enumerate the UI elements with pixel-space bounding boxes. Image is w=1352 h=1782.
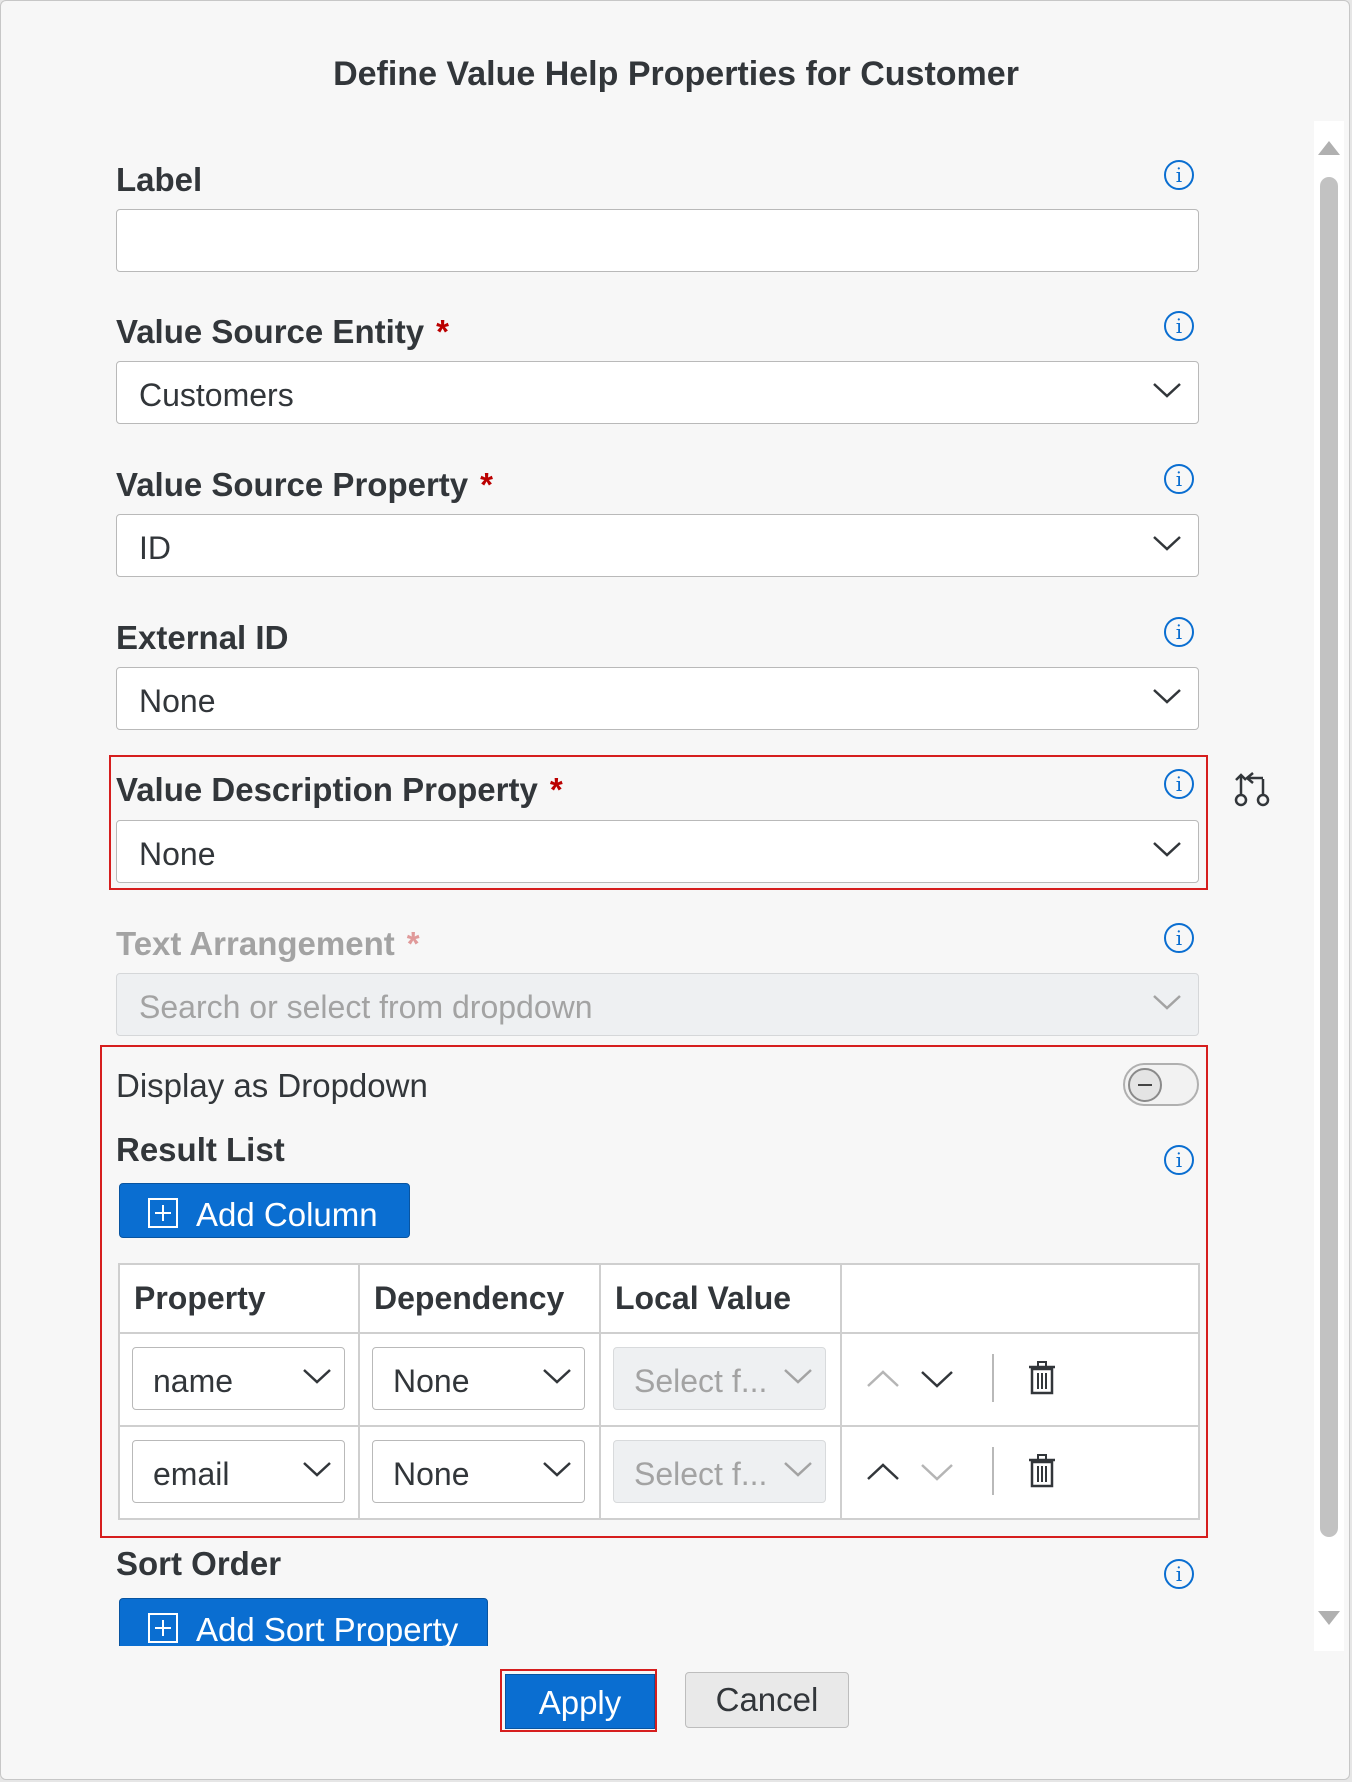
arrow-up-icon[interactable] <box>866 1369 900 1389</box>
table-row: email None Select f... <box>118 1425 1200 1520</box>
column-header-property: Property <box>118 1263 360 1334</box>
column-header-local-value: Local Value <box>599 1263 842 1334</box>
chevron-down-icon <box>543 1369 571 1384</box>
apply-button[interactable]: Apply <box>505 1674 655 1729</box>
dependency-select[interactable]: None <box>372 1440 585 1503</box>
display-as-dropdown-toggle[interactable] <box>1123 1063 1199 1106</box>
add-icon <box>148 1613 178 1643</box>
info-icon[interactable]: i <box>1164 311 1194 341</box>
trash-icon[interactable] <box>1028 1454 1056 1488</box>
chevron-down-icon <box>1153 536 1181 551</box>
property-select[interactable]: email <box>132 1440 345 1503</box>
local-value-select: Select f... <box>613 1440 826 1503</box>
chevron-down-icon <box>1153 383 1181 398</box>
scrollbar-thumb[interactable] <box>1320 177 1338 1537</box>
trash-icon[interactable] <box>1028 1361 1056 1395</box>
value-description-property-select[interactable]: None <box>116 820 1199 883</box>
property-select[interactable]: name <box>132 1347 345 1410</box>
info-icon[interactable]: i <box>1164 923 1194 953</box>
info-icon[interactable]: i <box>1164 464 1194 494</box>
info-icon[interactable]: i <box>1164 617 1194 647</box>
external-id-select[interactable]: None <box>116 667 1199 730</box>
label-field-label: Label <box>116 161 203 198</box>
scrollbar[interactable] <box>1314 121 1344 1651</box>
info-icon[interactable]: i <box>1164 1559 1194 1589</box>
column-header-actions <box>840 1263 1200 1334</box>
column-header-dependency: Dependency <box>358 1263 601 1334</box>
result-list-label: Result List <box>116 1131 285 1168</box>
info-icon[interactable]: i <box>1164 160 1194 190</box>
dialog-title: Define Value Help Properties for Custome… <box>333 55 1019 93</box>
divider <box>992 1447 994 1495</box>
chevron-down-icon <box>1153 842 1181 857</box>
info-icon[interactable]: i <box>1164 1145 1194 1175</box>
value-source-property-select[interactable]: ID <box>116 514 1199 577</box>
value-help-dialog: Define Value Help Properties for Custome… <box>0 0 1350 1780</box>
external-id-label: External ID <box>116 619 289 656</box>
chevron-down-icon <box>1153 689 1181 704</box>
compare-icon[interactable] <box>1233 771 1273 807</box>
arrow-up-icon[interactable] <box>866 1462 900 1482</box>
label-input[interactable] <box>116 209 1199 272</box>
text-arrangement-select: Search or select from dropdown <box>116 973 1199 1036</box>
chevron-down-icon <box>543 1462 571 1477</box>
scroll-fade <box>111 1646 1311 1660</box>
add-column-button[interactable]: Add Column <box>119 1183 410 1238</box>
value-source-property-label: Value Source Property * <box>116 466 493 503</box>
text-arrangement-label: Text Arrangement * <box>116 925 420 962</box>
table-row: name None Select f... <box>118 1332 1200 1427</box>
arrow-down-icon[interactable] <box>920 1369 954 1389</box>
sort-order-label: Sort Order <box>116 1545 282 1582</box>
chevron-down-icon <box>784 1369 812 1384</box>
chevron-down-icon <box>784 1462 812 1477</box>
scroll-down-arrow-icon[interactable] <box>1318 1611 1340 1625</box>
result-list-table: Property Dependency Local Value name Non… <box>118 1263 1200 1520</box>
arrow-down-icon[interactable] <box>920 1462 954 1482</box>
divider <box>992 1354 994 1402</box>
add-icon <box>148 1198 178 1228</box>
value-source-entity-select[interactable]: Customers <box>116 361 1199 424</box>
toggle-knob <box>1128 1068 1162 1102</box>
value-source-entity-label: Value Source Entity * <box>116 313 449 350</box>
info-icon[interactable]: i <box>1164 769 1194 799</box>
cancel-button[interactable]: Cancel <box>685 1672 849 1728</box>
chevron-down-icon <box>1153 995 1181 1010</box>
dependency-select[interactable]: None <box>372 1347 585 1410</box>
display-as-dropdown-label: Display as Dropdown <box>116 1067 428 1104</box>
chevron-down-icon <box>303 1369 331 1384</box>
local-value-select: Select f... <box>613 1347 826 1410</box>
scroll-up-arrow-icon[interactable] <box>1318 141 1340 155</box>
value-description-property-label: Value Description Property * <box>116 771 563 808</box>
chevron-down-icon <box>303 1462 331 1477</box>
